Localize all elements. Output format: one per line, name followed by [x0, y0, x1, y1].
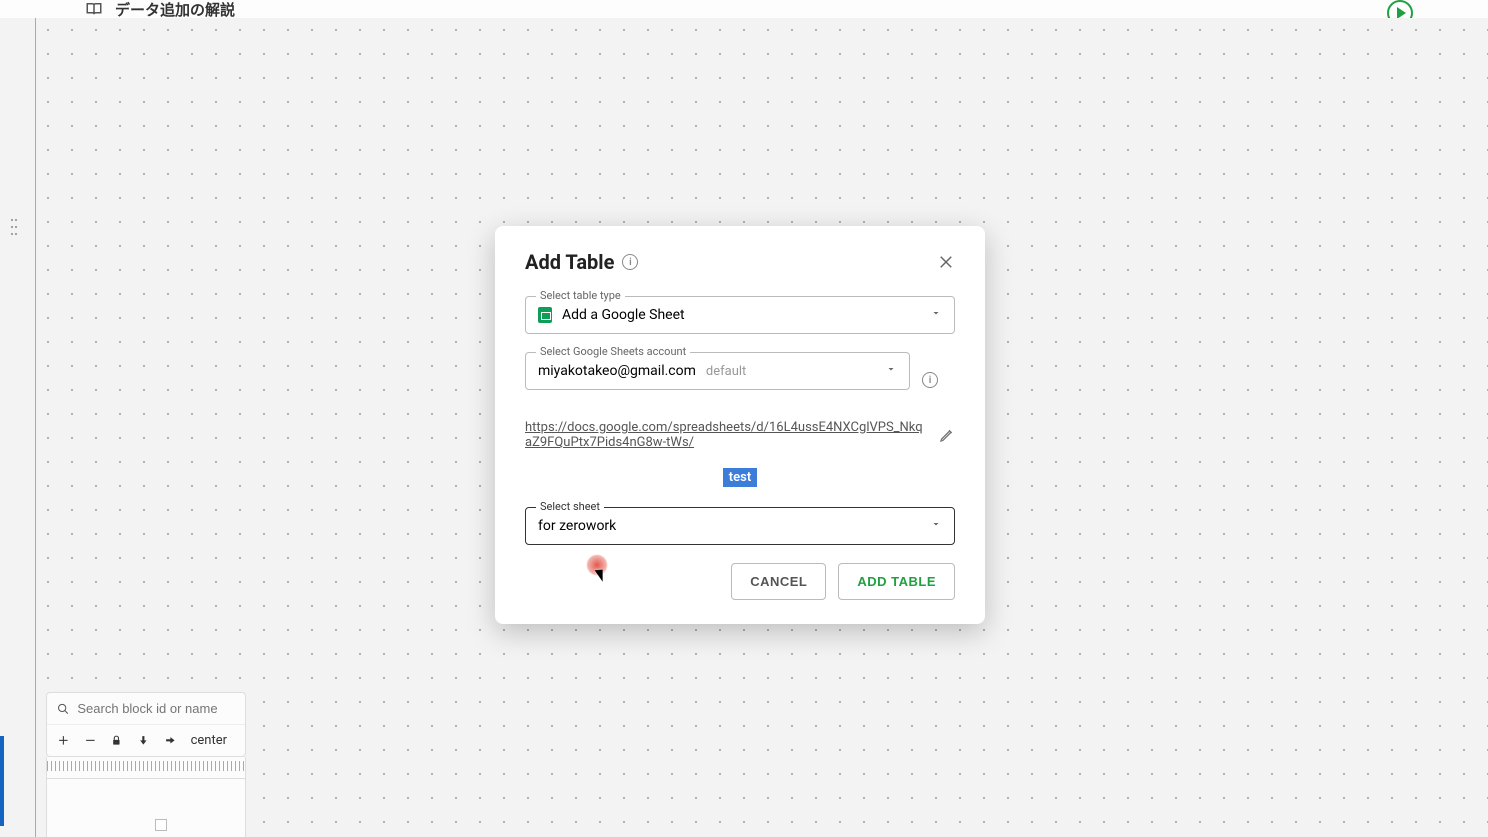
account-value: miyakotakeo@gmail.com — [538, 363, 696, 379]
account-select[interactable]: Select Google Sheets account miyakotakeo… — [525, 352, 910, 390]
modal-title: Add Table — [525, 250, 614, 274]
sheet-value: for zerowork — [538, 518, 616, 534]
toolbox: center — [46, 692, 246, 757]
chevron-down-icon — [885, 363, 897, 379]
plus-icon[interactable] — [57, 734, 70, 748]
info-icon[interactable]: i — [622, 254, 638, 270]
collapse-handle-icon[interactable] — [11, 218, 17, 236]
search-icon — [57, 702, 69, 716]
page-title: データ追加の解説 — [115, 0, 235, 20]
sheet-label: Select sheet — [536, 500, 604, 513]
table-type-label: Select table type — [536, 289, 625, 302]
edit-icon[interactable] — [939, 427, 955, 443]
book-icon — [85, 0, 103, 18]
progress-strip — [0, 736, 4, 826]
account-label: Select Google Sheets account — [536, 345, 690, 358]
test-badge: test — [723, 468, 757, 487]
info-icon[interactable]: i — [922, 372, 938, 388]
cancel-button[interactable]: CANCEL — [731, 563, 826, 600]
minus-icon[interactable] — [84, 734, 97, 748]
minimap[interactable] — [46, 779, 246, 837]
arrow-down-icon[interactable] — [137, 734, 150, 748]
table-type-select[interactable]: Select table type Add a Google Sheet — [525, 296, 955, 334]
block-search[interactable] — [47, 693, 245, 725]
google-sheets-icon — [538, 307, 552, 323]
chevron-down-icon — [930, 307, 942, 323]
toolbox-actions: center — [47, 725, 245, 756]
chevron-down-icon — [930, 518, 942, 534]
account-default-tag: default — [706, 364, 746, 379]
close-icon[interactable] — [937, 253, 955, 271]
center-button[interactable]: center — [191, 733, 227, 748]
top-bar: データ追加の解説 — [0, 0, 1488, 18]
arrow-right-icon[interactable] — [164, 734, 177, 748]
add-table-modal: Add Table i Select table type Add a Goog… — [495, 226, 985, 624]
ruler — [46, 757, 246, 779]
lock-icon[interactable] — [110, 734, 123, 748]
search-input[interactable] — [77, 701, 235, 716]
sheet-select[interactable]: Select sheet for zerowork — [525, 507, 955, 545]
spreadsheet-url[interactable]: https://docs.google.com/spreadsheets/d/1… — [525, 420, 929, 450]
table-type-value: Add a Google Sheet — [562, 307, 685, 323]
add-table-button[interactable]: ADD TABLE — [838, 563, 955, 600]
